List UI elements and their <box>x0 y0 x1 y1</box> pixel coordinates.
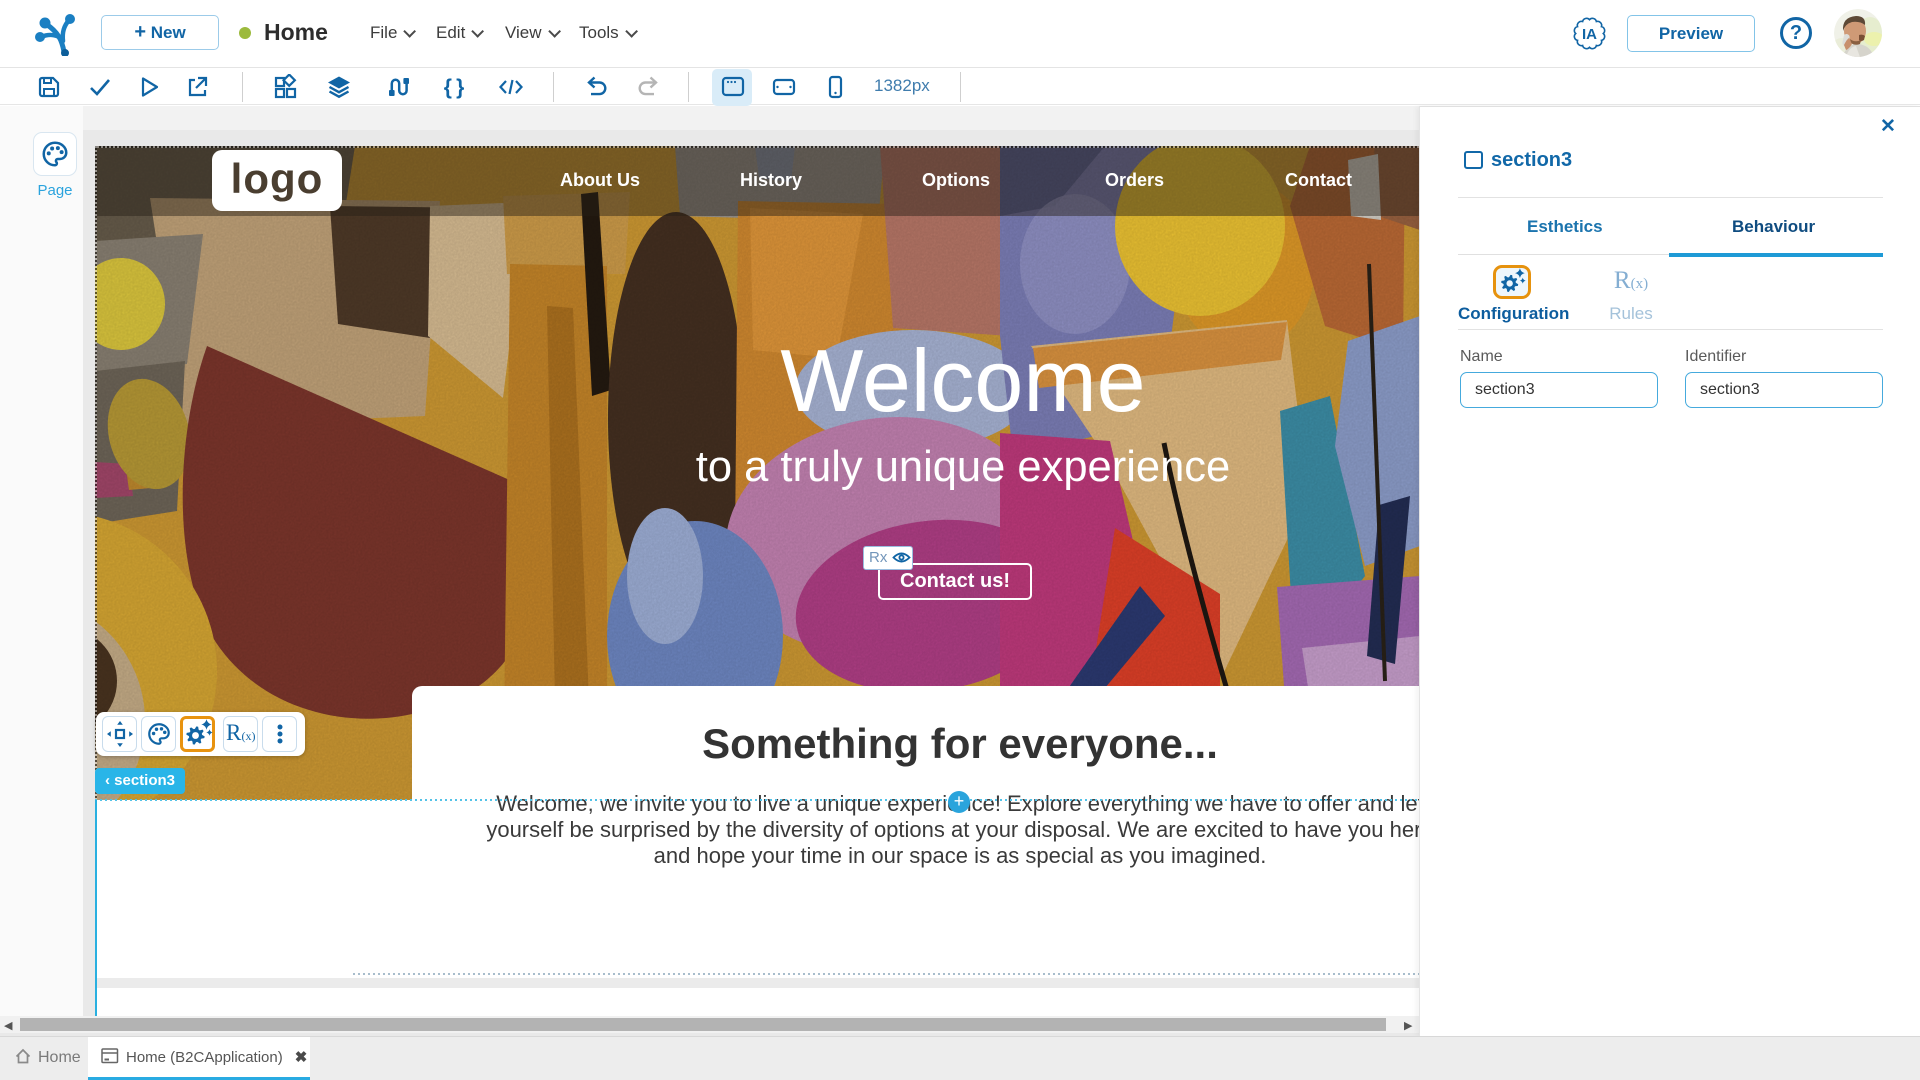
svg-text:IA: IA <box>1582 26 1597 43</box>
svg-text:(x): (x) <box>242 729 256 743</box>
svg-text:R: R <box>226 720 242 745</box>
svg-text:{ }: { } <box>444 76 465 99</box>
